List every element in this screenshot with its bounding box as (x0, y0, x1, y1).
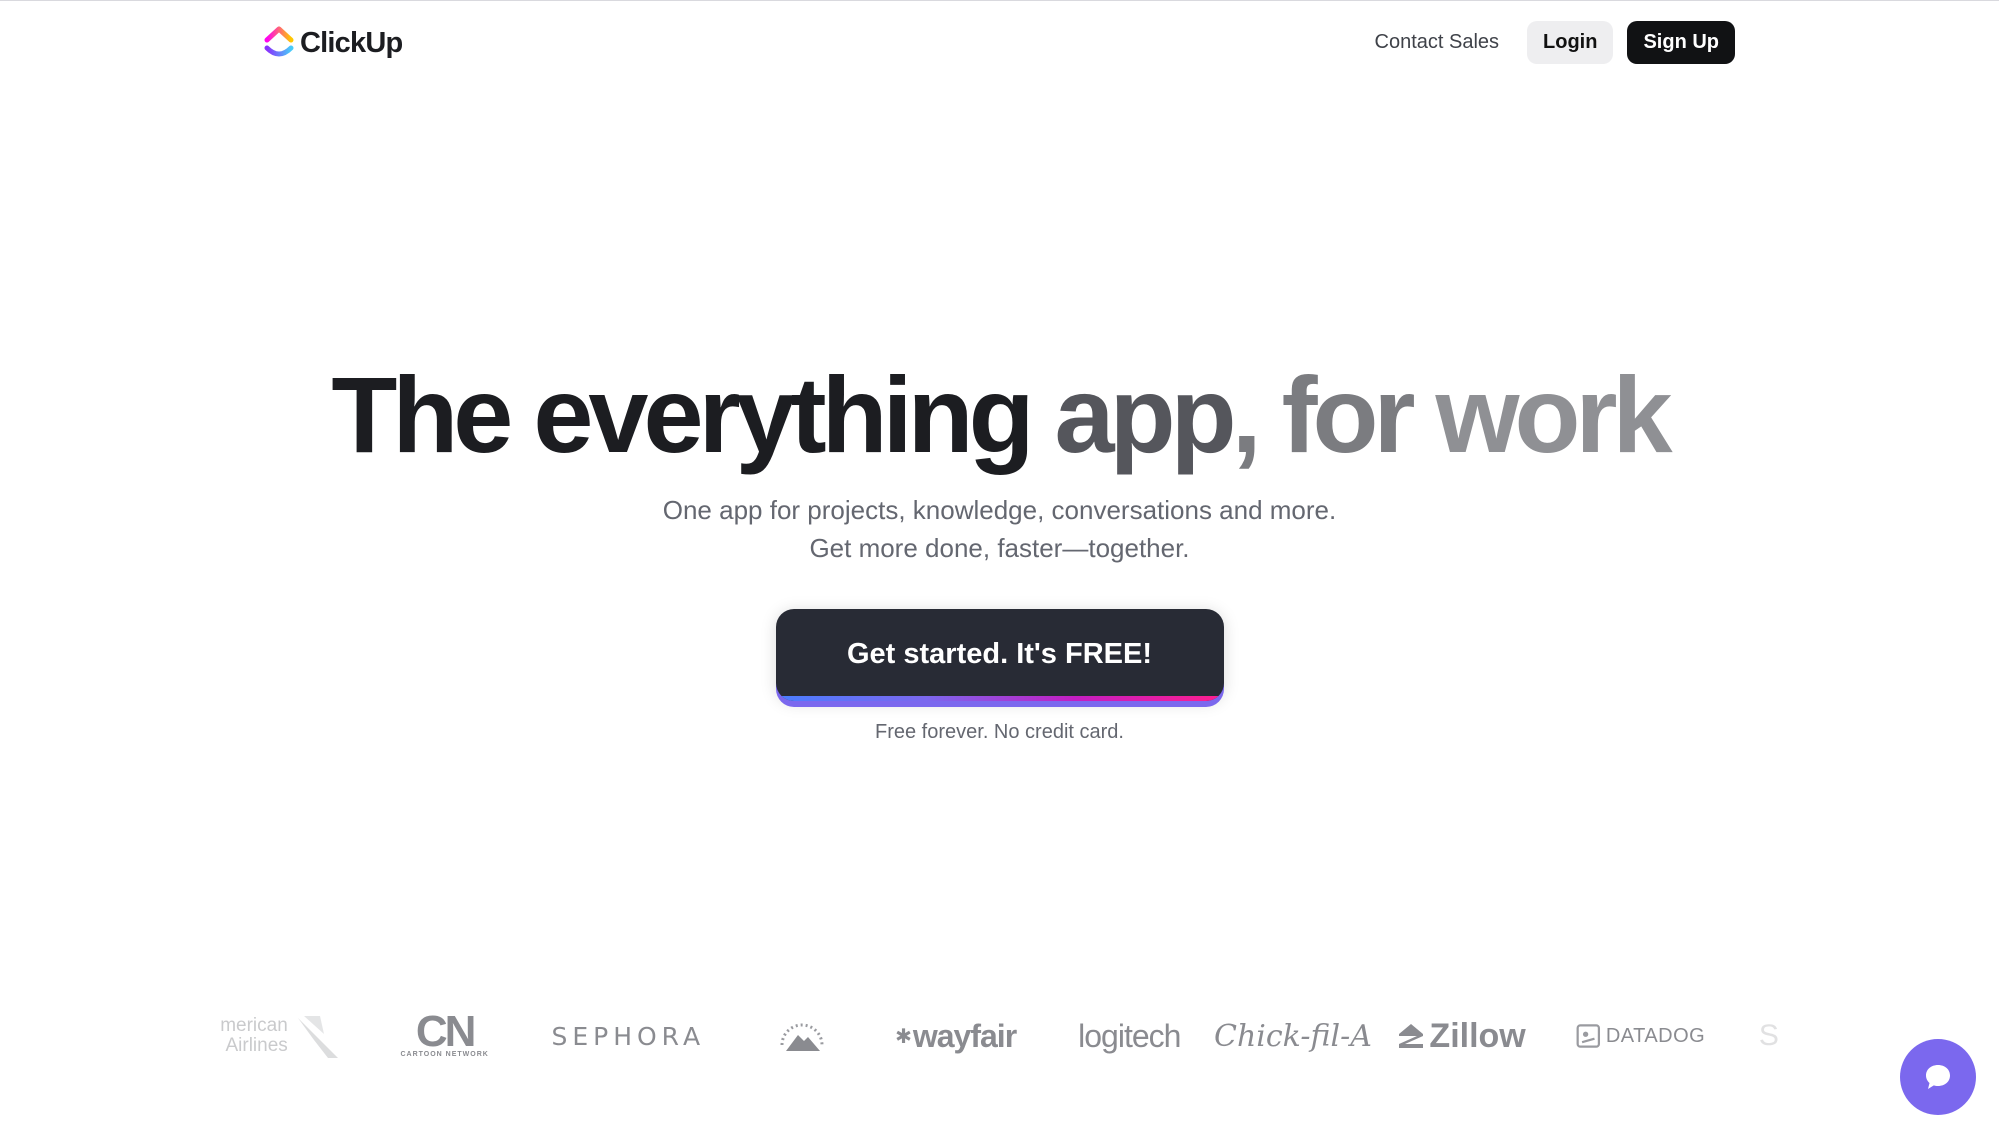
cn-mark: CN (415, 1007, 477, 1056)
cn-subtitle: CARTOON NETWORK (400, 1051, 489, 1058)
logo-wordmark: ClickUp (300, 26, 403, 59)
sign-up-button[interactable]: Sign Up (1627, 21, 1735, 64)
headline-part-dark: The everything (331, 354, 1034, 475)
subtitle-line-1: One app for projects, knowledge, convers… (662, 494, 1337, 525)
wayfair-logo: ✱ wayfair (891, 1018, 1021, 1055)
wayfair-pinwheel-icon: ✱ (895, 1025, 912, 1048)
aa-line-1: merican (220, 1015, 288, 1036)
chat-bubble-icon (1926, 1065, 1950, 1089)
headline-part-gray: , for (1231, 354, 1416, 475)
datadog-wordmark: DATADOG (1605, 1024, 1706, 1047)
hero-section: The everything app, for work One app for… (0, 354, 1999, 744)
hero-headline: The everything app, for work (0, 354, 1999, 475)
login-button[interactable]: Login (1527, 21, 1614, 64)
zillow-house-icon (1399, 1024, 1424, 1048)
subtitle-line-2: Get more done, faster—together. (809, 532, 1190, 563)
headline-part-light: work (1410, 354, 1673, 475)
cta-note: Free forever. No credit card. (875, 720, 1124, 743)
header-actions: Contact Sales Login Sign Up (1361, 21, 1735, 64)
sephora-logo: SEPHORA (551, 1021, 706, 1051)
page: ClickUp Contact Sales Login Sign Up The … (0, 0, 1999, 1121)
zillow-logo: Zillow (1397, 1017, 1527, 1056)
aa-line-2: Airlines (225, 1035, 288, 1056)
datadog-logo: DATADOG (1575, 1021, 1705, 1051)
cartoon-network-logo: CN CARTOON NETWORK (395, 1007, 495, 1059)
cta-wrapper: Get started. It's FREE! (0, 608, 1999, 701)
clickup-logo-icon (264, 26, 294, 57)
chick-fil-a-logo: Chick-fil-A (1214, 1018, 1372, 1054)
top-nav: ClickUp Contact Sales Login Sign Up (0, 1, 1999, 85)
get-started-button[interactable]: Get started. It's FREE! (775, 608, 1224, 701)
american-airlines-logo: merican Airlines (216, 1012, 346, 1060)
logitech-logo: logitech (1078, 1017, 1181, 1054)
paramount-logo (762, 1015, 842, 1057)
datadog-dog-icon (1576, 1024, 1601, 1048)
aa-eagle-icon (297, 1016, 338, 1058)
hero-subtitle: One app for projects, knowledge, convers… (0, 491, 1999, 567)
partial-logo: S (1758, 1019, 1779, 1052)
wayfair-wordmark: wayfair (912, 1017, 1017, 1054)
zillow-wordmark: Zillow (1429, 1016, 1526, 1055)
contact-sales-link[interactable]: Contact Sales (1361, 21, 1514, 64)
chat-widget-button[interactable] (1900, 1039, 1976, 1115)
headline-part-mid: app (1029, 354, 1237, 475)
clickup-logo[interactable]: ClickUp (264, 25, 403, 61)
paramount-mountain-icon (780, 1023, 824, 1051)
customer-logos-strip: merican Airlines CN CARTOON NETWORK SEPH… (216, 1006, 1784, 1066)
